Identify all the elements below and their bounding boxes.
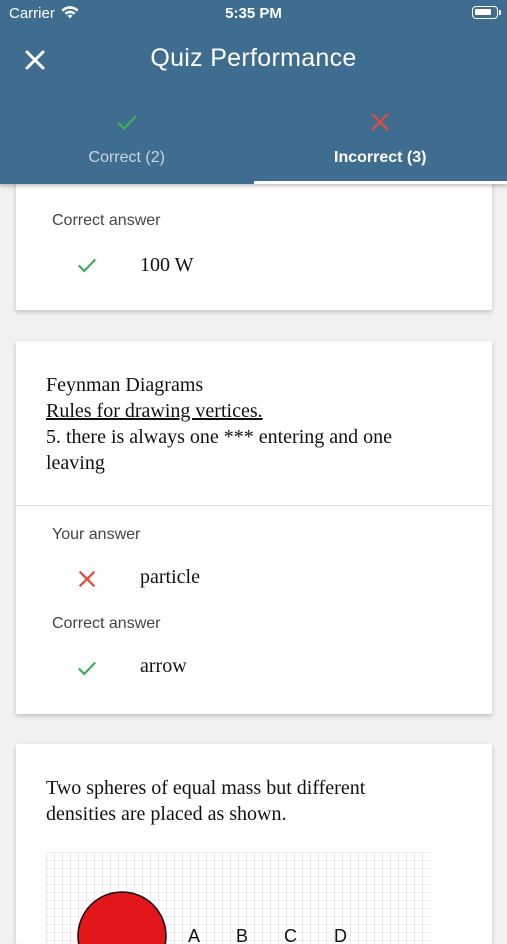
correct-answer-value: arrow xyxy=(140,655,187,678)
tab-bar: Correct (2) Incorrect (3) xyxy=(0,100,507,184)
correct-answer-label: Correct answer xyxy=(52,212,160,230)
your-answer-value: particle xyxy=(140,566,200,589)
tab-incorrect-label: Incorrect (3) xyxy=(254,149,507,167)
tab-correct-label: Correct (2) xyxy=(0,149,254,167)
spheres-diagram: A B C D xyxy=(46,852,430,944)
divider xyxy=(16,505,492,506)
check-icon xyxy=(115,110,139,134)
question-title: Feynman Diagrams xyxy=(46,372,392,398)
your-answer-label: Your answer xyxy=(52,526,140,544)
question-body-continued: leaving xyxy=(46,450,392,476)
tab-active-indicator xyxy=(254,181,507,184)
question-figure: A B C D xyxy=(46,852,430,944)
status-time: 5:35 PM xyxy=(0,5,507,22)
question-card: Two spheres of equal mass but different … xyxy=(16,744,492,944)
question-body-continued: densities are placed as shown. xyxy=(46,801,365,827)
app-header: Carrier 5:35 PM Quiz Performance Correct… xyxy=(0,0,507,184)
battery-icon xyxy=(472,6,498,19)
x-icon xyxy=(76,568,98,590)
question-text: Two spheres of equal mass but different … xyxy=(46,775,365,827)
question-card: Feynman Diagrams Rules for drawing verti… xyxy=(16,341,492,714)
question-subtitle: Rules for drawing vertices. xyxy=(46,398,392,424)
tab-incorrect[interactable]: Incorrect (3) xyxy=(254,100,507,184)
x-icon xyxy=(368,110,392,134)
status-bar: Carrier 5:35 PM xyxy=(0,0,507,28)
point-label-a: A xyxy=(188,926,200,944)
page-title: Quiz Performance xyxy=(0,44,507,73)
tab-correct[interactable]: Correct (2) xyxy=(0,100,254,184)
correct-answer-value: 100 W xyxy=(140,254,194,277)
point-label-b: B xyxy=(236,926,248,944)
point-label-d: D xyxy=(334,926,347,944)
question-text: Feynman Diagrams Rules for drawing verti… xyxy=(46,372,392,476)
check-icon xyxy=(76,657,98,679)
question-body: Two spheres of equal mass but different xyxy=(46,775,365,801)
question-card: Correct answer 100 W xyxy=(16,168,492,310)
correct-answer-label: Correct answer xyxy=(52,615,160,633)
point-label-c: C xyxy=(284,926,297,944)
check-icon xyxy=(76,254,98,276)
question-body: 5. there is always one *** entering and … xyxy=(46,424,392,450)
